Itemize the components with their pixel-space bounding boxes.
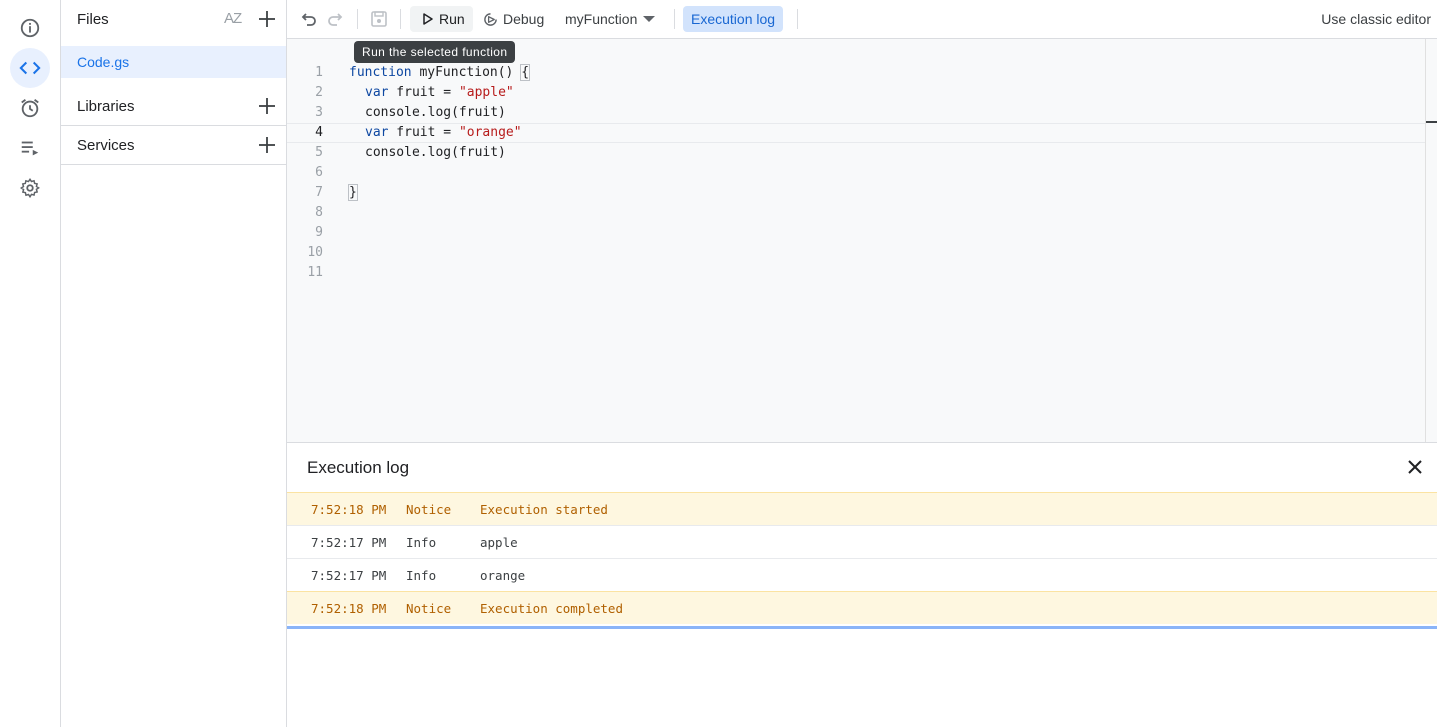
toolbar: Run Debug myFunction Execution log Use c… <box>287 0 1437 39</box>
line-number: 7 <box>315 185 323 200</box>
info-icon <box>20 18 40 38</box>
close-icon[interactable] <box>1406 458 1424 476</box>
code-line-current[interactable]: 4 var fruit = "orange" <box>287 123 1425 143</box>
log-level: Info <box>406 568 437 583</box>
code-text: console.log(fruit) <box>365 105 506 120</box>
run-tooltip: Run the selected function <box>354 41 516 63</box>
file-item-code-gs[interactable]: Code.gs <box>61 46 286 78</box>
execution-log-panel: Execution log 7:52:18 PM Notice Executio… <box>287 442 1437 727</box>
code-line[interactable]: 11 <box>287 263 1425 283</box>
triggers-button[interactable] <box>10 88 50 128</box>
execution-log-header: Execution log <box>287 443 1437 492</box>
libraries-label: Libraries <box>77 97 135 115</box>
sort-az-icon[interactable]: AZ <box>224 10 242 27</box>
debug-button[interactable]: Debug <box>483 6 544 32</box>
log-time: 7:52:18 PM <box>311 601 387 616</box>
log-level: Notice <box>406 601 452 616</box>
log-message: orange <box>480 568 526 583</box>
use-classic-editor-link[interactable]: Use classic editor <box>1321 11 1431 27</box>
log-message: Execution started <box>480 502 608 517</box>
line-number: 1 <box>315 65 323 80</box>
code-line[interactable]: 10 <box>287 243 1425 263</box>
log-progress-line <box>287 626 1437 629</box>
code-line[interactable]: 5 console.log(fruit) <box>287 143 1425 163</box>
code-text: } <box>348 184 358 201</box>
chevron-down-icon <box>643 16 656 22</box>
execution-log-title: Execution log <box>307 458 410 477</box>
save-icon[interactable] <box>369 9 389 29</box>
alarm-clock-icon <box>21 99 39 118</box>
toolbar-divider <box>797 9 798 29</box>
code-line[interactable]: 9 <box>287 223 1425 243</box>
line-number: 4 <box>315 125 323 140</box>
code-text: console.log(fruit) <box>365 145 506 160</box>
code-icon <box>19 61 41 75</box>
log-level: Info <box>406 535 437 550</box>
toolbar-divider <box>400 9 401 29</box>
scrollbar-cursor-marker <box>1426 121 1437 123</box>
undo-icon[interactable] <box>298 9 318 29</box>
code-text: var fruit = "apple" <box>365 85 514 100</box>
files-panel: Files AZ Code.gs Libraries Services <box>61 0 287 727</box>
log-row: 7:52:17 PM Info apple <box>287 525 1437 558</box>
log-row: 7:52:18 PM Notice Execution started <box>287 492 1437 525</box>
line-number: 2 <box>315 85 323 100</box>
gear-icon <box>19 177 40 199</box>
redo-icon[interactable] <box>326 9 346 29</box>
executions-button[interactable] <box>10 128 50 168</box>
line-number: 11 <box>307 265 323 280</box>
log-time: 7:52:17 PM <box>311 535 387 550</box>
add-library-icon[interactable] <box>257 96 277 116</box>
code-editor[interactable]: 1 function myFunction() { 2 var fruit = … <box>287 39 1437 442</box>
editor-button[interactable] <box>10 48 50 88</box>
line-number: 8 <box>315 205 323 220</box>
line-number: 3 <box>315 105 323 120</box>
toolbar-divider <box>357 9 358 29</box>
line-number: 10 <box>307 245 323 260</box>
code-line[interactable]: 8 <box>287 203 1425 223</box>
code-text: function myFunction() { <box>349 64 531 81</box>
log-message: Execution completed <box>480 601 623 616</box>
settings-button[interactable] <box>10 168 50 208</box>
code-line[interactable]: 7 } <box>287 183 1425 203</box>
execution-log-button[interactable]: Execution log <box>683 6 784 32</box>
toolbar-divider <box>674 9 675 29</box>
line-number: 9 <box>315 225 323 240</box>
log-row: 7:52:18 PM Notice Execution completed <box>287 591 1437 624</box>
code-line[interactable]: 3 console.log(fruit) <box>287 103 1425 123</box>
code-line[interactable]: 2 var fruit = "apple" <box>287 83 1425 103</box>
services-section[interactable]: Services <box>61 126 286 165</box>
libraries-section[interactable]: Libraries <box>61 87 286 126</box>
add-file-icon[interactable] <box>257 9 277 29</box>
log-time: 7:52:18 PM <box>311 502 387 517</box>
services-label: Services <box>77 136 135 154</box>
files-header: Files AZ <box>61 0 286 38</box>
function-select-value: myFunction <box>565 11 638 27</box>
left-rail <box>0 0 61 727</box>
line-number: 5 <box>315 145 323 160</box>
code-line[interactable]: 6 <box>287 163 1425 183</box>
run-button[interactable]: Run <box>410 6 473 32</box>
add-service-icon[interactable] <box>257 135 277 155</box>
code-text: var fruit = "orange" <box>365 125 522 140</box>
line-number: 6 <box>315 165 323 180</box>
overview-button[interactable] <box>10 8 50 48</box>
log-row: 7:52:17 PM Info orange <box>287 558 1437 591</box>
function-select[interactable]: myFunction <box>565 6 656 32</box>
run-label: Run <box>439 11 465 27</box>
files-title: Files <box>77 10 109 28</box>
editor-scrollbar[interactable] <box>1425 39 1426 442</box>
debug-label: Debug <box>503 11 545 27</box>
play-icon <box>423 13 433 25</box>
debug-icon <box>484 12 497 26</box>
log-time: 7:52:17 PM <box>311 568 387 583</box>
log-level: Notice <box>406 502 452 517</box>
log-message: apple <box>480 535 518 550</box>
code-line[interactable]: 1 function myFunction() { <box>287 63 1425 83</box>
executions-icon <box>21 141 39 156</box>
